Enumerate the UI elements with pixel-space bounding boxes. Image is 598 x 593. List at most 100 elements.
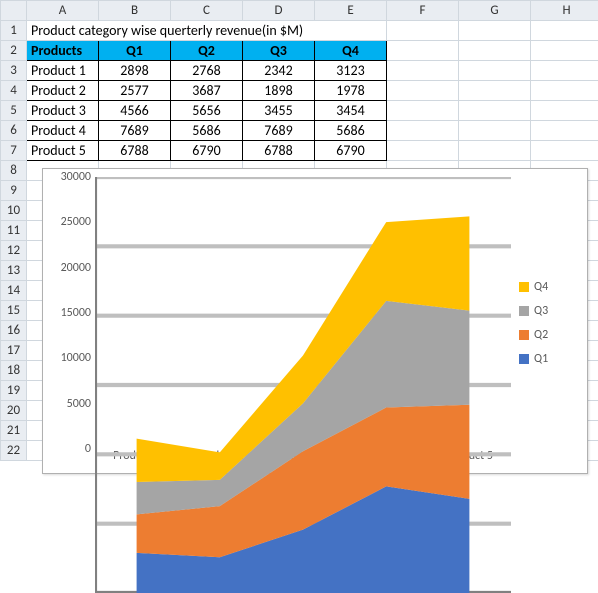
row-header[interactable]: 6 xyxy=(1,121,27,141)
cell[interactable] xyxy=(387,61,459,81)
row-header[interactable]: 3 xyxy=(1,61,27,81)
row-header[interactable]: 2 xyxy=(1,41,27,61)
col-header[interactable]: A xyxy=(27,1,99,21)
legend-item: Q4 xyxy=(519,280,579,294)
row-header[interactable]: 1 xyxy=(1,21,27,41)
cell[interactable]: Product 2 xyxy=(27,81,99,101)
cell[interactable]: 7689 xyxy=(243,121,315,141)
cell[interactable] xyxy=(459,121,531,141)
cell[interactable] xyxy=(531,21,598,41)
y-tick-label: 30000 xyxy=(61,170,91,184)
stacked-area-chart[interactable]: 050001000015000200002500030000 Product 1… xyxy=(42,168,588,474)
y-tick-label: 15000 xyxy=(61,306,91,320)
row-header[interactable]: 14 xyxy=(1,281,27,301)
cell[interactable]: Product 5 xyxy=(27,141,99,161)
cell[interactable]: Product 1 xyxy=(27,61,99,81)
cell[interactable]: 1898 xyxy=(243,81,315,101)
legend-label: Q4 xyxy=(534,280,548,294)
legend-item: Q2 xyxy=(519,328,579,342)
cell[interactable] xyxy=(531,101,598,121)
cell[interactable]: Q1 xyxy=(99,41,171,61)
cell[interactable] xyxy=(387,121,459,141)
y-tick-label: 5000 xyxy=(67,397,91,411)
row-header[interactable]: 20 xyxy=(1,401,27,421)
col-header[interactable]: B xyxy=(99,1,171,21)
row-header[interactable]: 16 xyxy=(1,321,27,341)
cell[interactable]: 3454 xyxy=(315,101,387,121)
cell[interactable]: Products xyxy=(27,41,99,61)
cell[interactable]: 5686 xyxy=(315,121,387,141)
cell[interactable]: 5686 xyxy=(171,121,243,141)
cell[interactable]: Q3 xyxy=(243,41,315,61)
cell[interactable] xyxy=(387,141,459,161)
cell[interactable]: 3687 xyxy=(171,81,243,101)
cell[interactable] xyxy=(531,141,598,161)
y-tick-label: 0 xyxy=(85,442,91,456)
cell[interactable]: Product 4 xyxy=(27,121,99,141)
cell[interactable] xyxy=(531,41,598,61)
row-header[interactable]: 18 xyxy=(1,361,27,381)
legend-swatch xyxy=(519,354,529,364)
row-header[interactable]: 11 xyxy=(1,221,27,241)
legend-swatch xyxy=(519,282,529,292)
row-header[interactable]: 12 xyxy=(1,241,27,261)
cell[interactable] xyxy=(459,101,531,121)
row-header[interactable]: 4 xyxy=(1,81,27,101)
row-header[interactable]: 10 xyxy=(1,201,27,221)
cell[interactable]: 3455 xyxy=(243,101,315,121)
cell[interactable] xyxy=(459,41,531,61)
column-header-row: A B C D E F G H xyxy=(1,1,598,21)
cell[interactable] xyxy=(387,21,459,41)
row-header[interactable]: 13 xyxy=(1,261,27,281)
col-header[interactable]: D xyxy=(243,1,315,21)
col-header[interactable]: H xyxy=(531,1,598,21)
chart-legend: Q4 Q3 Q2 Q1 xyxy=(511,177,579,469)
legend-swatch xyxy=(519,306,529,316)
row-header[interactable]: 15 xyxy=(1,301,27,321)
cell[interactable]: 3123 xyxy=(315,61,387,81)
select-all-corner[interactable] xyxy=(1,1,27,21)
cell[interactable]: 2342 xyxy=(243,61,315,81)
cell[interactable]: Product category wise querterly revenue(… xyxy=(27,21,387,41)
cell[interactable]: Product 3 xyxy=(27,101,99,121)
cell[interactable]: Q2 xyxy=(171,41,243,61)
col-header[interactable]: E xyxy=(315,1,387,21)
col-header[interactable]: G xyxy=(459,1,531,21)
cell[interactable]: 6788 xyxy=(243,141,315,161)
cell[interactable] xyxy=(459,141,531,161)
row-header[interactable]: 17 xyxy=(1,341,27,361)
row-header[interactable]: 8 xyxy=(1,161,27,181)
cell[interactable] xyxy=(459,21,531,41)
row-header[interactable]: 9 xyxy=(1,181,27,201)
cell[interactable]: 6788 xyxy=(99,141,171,161)
legend-swatch xyxy=(519,330,529,340)
cell[interactable]: 6790 xyxy=(171,141,243,161)
cell[interactable]: 2577 xyxy=(99,81,171,101)
cell[interactable]: 1978 xyxy=(315,81,387,101)
cell[interactable]: Q4 xyxy=(315,41,387,61)
cell[interactable] xyxy=(387,81,459,101)
row-header[interactable]: 21 xyxy=(1,421,27,441)
row-header[interactable]: 5 xyxy=(1,101,27,121)
cell[interactable]: 5656 xyxy=(171,101,243,121)
cell[interactable] xyxy=(387,41,459,61)
cell[interactable] xyxy=(387,101,459,121)
cell[interactable] xyxy=(531,61,598,81)
row-header[interactable]: 19 xyxy=(1,381,27,401)
cell[interactable] xyxy=(459,61,531,81)
cell[interactable] xyxy=(531,121,598,141)
cell[interactable]: 2898 xyxy=(99,61,171,81)
cell[interactable] xyxy=(531,81,598,101)
col-header[interactable]: C xyxy=(171,1,243,21)
legend-label: Q3 xyxy=(534,304,548,318)
col-header[interactable]: F xyxy=(387,1,459,21)
row-header[interactable]: 7 xyxy=(1,141,27,161)
legend-label: Q2 xyxy=(534,328,548,342)
cell[interactable]: 4566 xyxy=(99,101,171,121)
spreadsheet: A B C D E F G H 1Product category wise q… xyxy=(0,0,598,461)
cell[interactable]: 7689 xyxy=(99,121,171,141)
cell[interactable] xyxy=(459,81,531,101)
cell[interactable]: 2768 xyxy=(171,61,243,81)
cell[interactable]: 6790 xyxy=(315,141,387,161)
row-header[interactable]: 22 xyxy=(1,441,27,461)
